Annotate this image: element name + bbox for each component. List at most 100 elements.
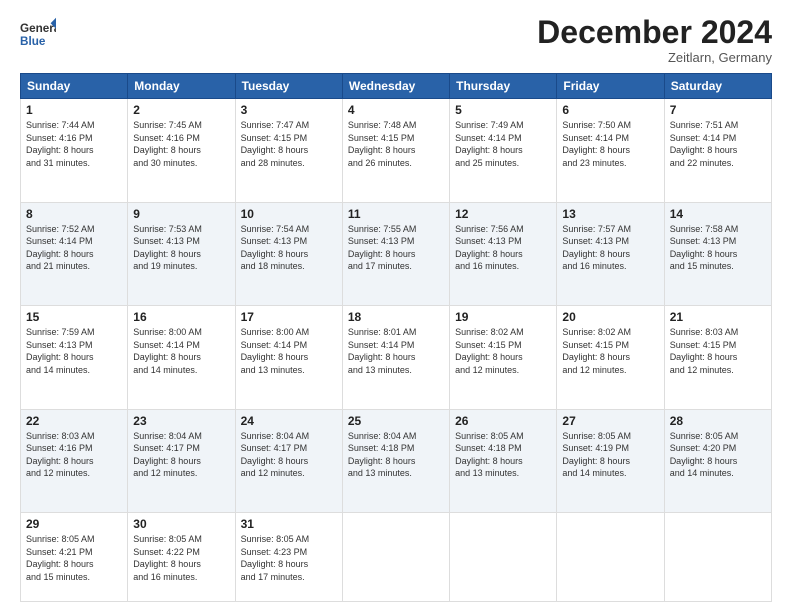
day-number: 9 (133, 207, 229, 221)
cell-content: Sunrise: 7:58 AMSunset: 4:13 PMDaylight:… (670, 223, 766, 273)
location: Zeitlarn, Germany (537, 50, 772, 65)
table-row: 13Sunrise: 7:57 AMSunset: 4:13 PMDayligh… (557, 202, 664, 306)
col-friday: Friday (557, 74, 664, 99)
table-row: 18Sunrise: 8:01 AMSunset: 4:14 PMDayligh… (342, 306, 449, 410)
table-row: 4 Sunrise: 7:48 AMSunset: 4:15 PMDaylight… (342, 99, 449, 203)
table-row: 2 Sunrise: 7:45 AMSunset: 4:16 PMDaylight… (128, 99, 235, 203)
day-number: 5 (455, 103, 551, 117)
cell-content: Sunrise: 7:54 AMSunset: 4:13 PMDaylight:… (241, 223, 337, 273)
day-number: 13 (562, 207, 658, 221)
col-monday: Monday (128, 74, 235, 99)
table-row: 23 Sunrise: 8:04 AMSunset: 4:17 PMDayligh… (128, 409, 235, 513)
calendar-week-row: 15 Sunrise: 7:59 AMSunset: 4:13 PMDayligh… (21, 306, 772, 410)
logo-icon: General Blue (20, 16, 56, 52)
day-number: 14 (670, 207, 766, 221)
cell-content: Sunrise: 7:47 AMSunset: 4:15 PMDaylight:… (241, 119, 337, 169)
col-tuesday: Tuesday (235, 74, 342, 99)
calendar-week-row: 1 Sunrise: 7:44 AMSunset: 4:16 PMDaylight… (21, 99, 772, 203)
table-row: 15 Sunrise: 7:59 AMSunset: 4:13 PMDayligh… (21, 306, 128, 410)
cell-content: Sunrise: 8:05 AMSunset: 4:20 PMDaylight:… (670, 430, 766, 480)
table-row: 14 Sunrise: 7:58 AMSunset: 4:13 PMDayligh… (664, 202, 771, 306)
day-number: 12 (455, 207, 551, 221)
page-header: General Blue December 2024 Zeitlarn, Ger… (20, 16, 772, 65)
day-number: 21 (670, 310, 766, 324)
day-number: 2 (133, 103, 229, 117)
calendar-week-row: 8Sunrise: 7:52 AMSunset: 4:14 PMDaylight… (21, 202, 772, 306)
table-row: 7Sunrise: 7:51 AMSunset: 4:14 PMDaylight… (664, 99, 771, 203)
cell-content: Sunrise: 8:05 AMSunset: 4:23 PMDaylight:… (241, 533, 337, 583)
cell-content: Sunrise: 7:49 AMSunset: 4:14 PMDaylight:… (455, 119, 551, 169)
calendar-week-row: 29Sunrise: 8:05 AMSunset: 4:21 PMDayligh… (21, 513, 772, 602)
day-number: 19 (455, 310, 551, 324)
table-row: 10Sunrise: 7:54 AMSunset: 4:13 PMDayligh… (235, 202, 342, 306)
day-number: 30 (133, 517, 229, 531)
cell-content: Sunrise: 8:05 AMSunset: 4:22 PMDaylight:… (133, 533, 229, 583)
table-row: 5 Sunrise: 7:49 AMSunset: 4:14 PMDaylight… (450, 99, 557, 203)
table-row: 27 Sunrise: 8:05 AMSunset: 4:19 PMDayligh… (557, 409, 664, 513)
table-row: 30 Sunrise: 8:05 AMSunset: 4:22 PMDayligh… (128, 513, 235, 602)
calendar-header-row: Sunday Monday Tuesday Wednesday Thursday… (21, 74, 772, 99)
cell-content: Sunrise: 8:04 AMSunset: 4:17 PMDaylight:… (133, 430, 229, 480)
cell-content: Sunrise: 8:04 AMSunset: 4:18 PMDaylight:… (348, 430, 444, 480)
table-row: 25Sunrise: 8:04 AMSunset: 4:18 PMDayligh… (342, 409, 449, 513)
day-number: 27 (562, 414, 658, 428)
table-row (557, 513, 664, 602)
day-number: 31 (241, 517, 337, 531)
col-wednesday: Wednesday (342, 74, 449, 99)
table-row: 24 Sunrise: 8:04 AMSunset: 4:17 PMDayligh… (235, 409, 342, 513)
cell-content: Sunrise: 7:44 AMSunset: 4:16 PMDaylight:… (26, 119, 122, 169)
table-row: 28Sunrise: 8:05 AMSunset: 4:20 PMDayligh… (664, 409, 771, 513)
table-row: 11 Sunrise: 7:55 AMSunset: 4:13 PMDayligh… (342, 202, 449, 306)
cell-content: Sunrise: 8:04 AMSunset: 4:17 PMDaylight:… (241, 430, 337, 480)
table-row: 12 Sunrise: 7:56 AMSunset: 4:13 PMDayligh… (450, 202, 557, 306)
col-thursday: Thursday (450, 74, 557, 99)
table-row (342, 513, 449, 602)
table-row: 1 Sunrise: 7:44 AMSunset: 4:16 PMDaylight… (21, 99, 128, 203)
table-row: 26 Sunrise: 8:05 AMSunset: 4:18 PMDayligh… (450, 409, 557, 513)
cell-content: Sunrise: 8:05 AMSunset: 4:19 PMDaylight:… (562, 430, 658, 480)
day-number: 17 (241, 310, 337, 324)
day-number: 15 (26, 310, 122, 324)
table-row: 9 Sunrise: 7:53 AMSunset: 4:13 PMDaylight… (128, 202, 235, 306)
day-number: 26 (455, 414, 551, 428)
day-number: 11 (348, 207, 444, 221)
cell-content: Sunrise: 7:59 AMSunset: 4:13 PMDaylight:… (26, 326, 122, 376)
cell-content: Sunrise: 8:03 AMSunset: 4:15 PMDaylight:… (670, 326, 766, 376)
cell-content: Sunrise: 8:02 AMSunset: 4:15 PMDaylight:… (562, 326, 658, 376)
table-row: 3 Sunrise: 7:47 AMSunset: 4:15 PMDaylight… (235, 99, 342, 203)
cell-content: Sunrise: 7:45 AMSunset: 4:16 PMDaylight:… (133, 119, 229, 169)
table-row: 16Sunrise: 8:00 AMSunset: 4:14 PMDayligh… (128, 306, 235, 410)
day-number: 4 (348, 103, 444, 117)
cell-content: Sunrise: 7:53 AMSunset: 4:13 PMDaylight:… (133, 223, 229, 273)
cell-content: Sunrise: 7:55 AMSunset: 4:13 PMDaylight:… (348, 223, 444, 273)
svg-text:Blue: Blue (20, 35, 46, 48)
day-number: 6 (562, 103, 658, 117)
table-row: 8Sunrise: 7:52 AMSunset: 4:14 PMDaylight… (21, 202, 128, 306)
cell-content: Sunrise: 8:05 AMSunset: 4:21 PMDaylight:… (26, 533, 122, 583)
month-title: December 2024 (537, 16, 772, 48)
cell-content: Sunrise: 8:03 AMSunset: 4:16 PMDaylight:… (26, 430, 122, 480)
col-sunday: Sunday (21, 74, 128, 99)
cell-content: Sunrise: 8:02 AMSunset: 4:15 PMDaylight:… (455, 326, 551, 376)
table-row: 29Sunrise: 8:05 AMSunset: 4:21 PMDayligh… (21, 513, 128, 602)
day-number: 1 (26, 103, 122, 117)
cell-content: Sunrise: 8:05 AMSunset: 4:18 PMDaylight:… (455, 430, 551, 480)
day-number: 20 (562, 310, 658, 324)
table-row (450, 513, 557, 602)
table-row: 22 Sunrise: 8:03 AMSunset: 4:16 PMDayligh… (21, 409, 128, 513)
calendar-table: Sunday Monday Tuesday Wednesday Thursday… (20, 73, 772, 602)
cell-content: Sunrise: 7:48 AMSunset: 4:15 PMDaylight:… (348, 119, 444, 169)
table-row: 21 Sunrise: 8:03 AMSunset: 4:15 PMDayligh… (664, 306, 771, 410)
col-saturday: Saturday (664, 74, 771, 99)
cell-content: Sunrise: 7:51 AMSunset: 4:14 PMDaylight:… (670, 119, 766, 169)
day-number: 24 (241, 414, 337, 428)
cell-content: Sunrise: 7:52 AMSunset: 4:14 PMDaylight:… (26, 223, 122, 273)
day-number: 23 (133, 414, 229, 428)
title-block: December 2024 Zeitlarn, Germany (537, 16, 772, 65)
day-number: 22 (26, 414, 122, 428)
cell-content: Sunrise: 8:00 AMSunset: 4:14 PMDaylight:… (241, 326, 337, 376)
day-number: 16 (133, 310, 229, 324)
day-number: 3 (241, 103, 337, 117)
cell-content: Sunrise: 7:56 AMSunset: 4:13 PMDaylight:… (455, 223, 551, 273)
cell-content: Sunrise: 7:50 AMSunset: 4:14 PMDaylight:… (562, 119, 658, 169)
